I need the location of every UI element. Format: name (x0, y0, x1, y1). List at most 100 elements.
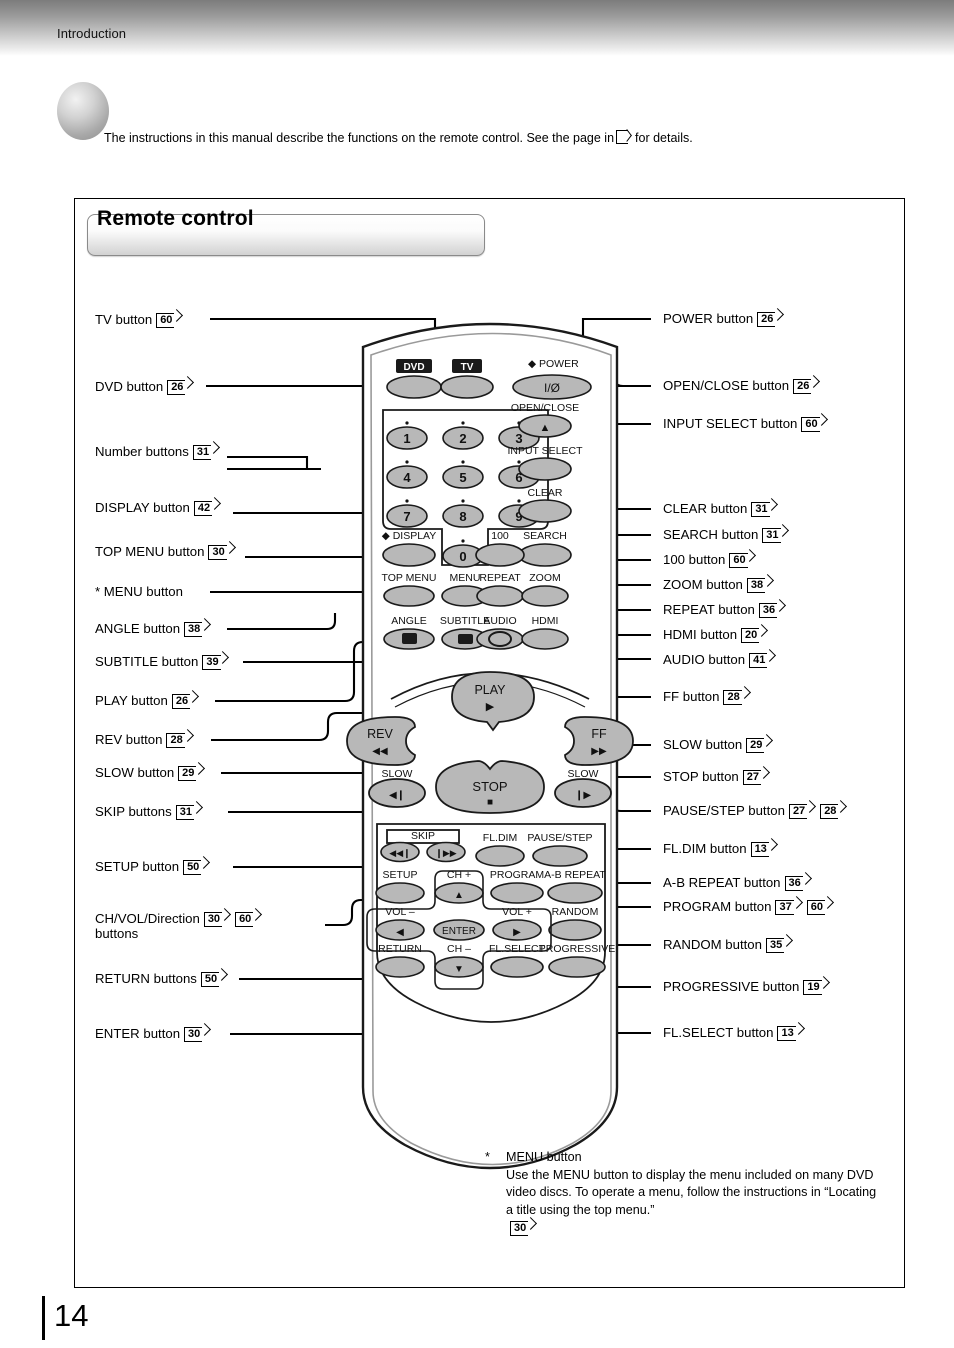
page-ref-badge: 28 (820, 802, 839, 819)
page-ref-badge: 30 (510, 1219, 529, 1236)
callout-top-menu-button: TOP MENU button 30 (95, 544, 227, 560)
page-ref-badge: 35 (765, 936, 785, 953)
svg-text:■: ■ (487, 797, 493, 808)
svg-text:▲: ▲ (454, 890, 464, 901)
svg-text:❙▶: ❙▶ (575, 790, 591, 801)
gray-sphere-icon (57, 82, 109, 140)
svg-text:◆ DISPLAY: ◆ DISPLAY (382, 530, 437, 542)
svg-text:CLEAR: CLEAR (527, 487, 562, 499)
page-ref-badge: 27 (788, 802, 808, 819)
svg-text:INPUT SELECT: INPUT SELECT (507, 445, 583, 457)
callout-random-button: RANDOM button 35 (663, 936, 785, 953)
page-ref-badge: 60 (156, 311, 175, 328)
svg-text:TOP MENU: TOP MENU (381, 572, 436, 584)
callout-pause-step-button: PAUSE/STEP button 27 28 (663, 802, 839, 819)
callout-stop-button: STOP button 27 (663, 768, 762, 785)
page-ref-badge: 26 (793, 377, 812, 394)
svg-text:REPEAT: REPEAT (479, 572, 521, 584)
callout-progressive-button: PROGRESSIVE button 19 (663, 978, 822, 995)
page-ref-badge: 50 (183, 858, 202, 875)
svg-text:8: 8 (459, 509, 466, 524)
page-ref-badge: 27 (742, 768, 762, 785)
page-ref-badge: 60 (235, 910, 254, 927)
page-ref-badge: 26 (167, 378, 186, 395)
remote-control-illustration: DVD TV ◆ POWER I/Ø 1 2 3 4 5 6 7 8 9 0 O… (346, 322, 634, 1170)
intro-note: The instructions in this manual describe… (104, 130, 693, 145)
svg-text:▲: ▲ (540, 422, 551, 434)
svg-text:ZOOM: ZOOM (529, 572, 561, 584)
callout-search-button: SEARCH button 31 (663, 526, 781, 543)
page-ref-badge: 38 (184, 620, 203, 637)
svg-text:3: 3 (515, 431, 522, 446)
svg-text:◆ POWER: ◆ POWER (528, 358, 579, 370)
callout-skip-buttons: SKIP buttons 31 (95, 803, 194, 820)
callout-number-buttons: Number buttons 31 (95, 443, 212, 460)
svg-text:▶: ▶ (513, 927, 521, 938)
callout-angle-button: ANGLE button 38 (95, 620, 203, 637)
callout-audio-button: AUDIO button 41 (663, 651, 768, 668)
svg-text:FL.SELECT: FL.SELECT (489, 943, 546, 955)
page-number-rule (42, 1296, 45, 1340)
callout-ab-repeat-button: A-B REPEAT button 36 (663, 874, 803, 891)
callout-tv-button: TV button 60 (95, 311, 175, 328)
svg-text:PROGRAM: PROGRAM (490, 869, 544, 881)
page-ref-badge: 36 (758, 601, 778, 618)
svg-text:TV: TV (461, 362, 474, 373)
page-ref-badge: 30 (203, 910, 223, 927)
page-ref-badge: 13 (750, 840, 769, 857)
page-reference-icon (616, 130, 633, 144)
page-ref-badge: 31 (762, 526, 781, 543)
svg-text:RANDOM: RANDOM (552, 906, 599, 918)
page-ref-badge: 31 (751, 500, 770, 517)
callout-program-button: PROGRAM button 37 60 (663, 898, 825, 915)
svg-text:▶: ▶ (486, 701, 495, 713)
page-ref-badge: 37 (775, 898, 794, 915)
page-ref-badge: 28 (166, 731, 185, 748)
svg-text:◀❙: ◀❙ (389, 790, 405, 801)
page-ref-badge: 30 (184, 1025, 203, 1042)
svg-text:7: 7 (403, 509, 410, 524)
svg-text:STOP: STOP (472, 779, 507, 794)
page-ref-badge: 31 (175, 803, 194, 820)
page-ref-badge: 60 (801, 415, 820, 432)
page-ref-badge: 38 (746, 576, 766, 593)
callout-ff-button: FF button 28 (663, 689, 742, 705)
page-ref-badge: 19 (803, 978, 822, 995)
svg-text:◀: ◀ (396, 927, 404, 938)
svg-text:FF: FF (591, 727, 607, 741)
page-ref-badge: 29 (178, 764, 197, 781)
callout-ch-vol-direction-buttons: CH/VOL/Direction 30 60 buttons (95, 910, 254, 941)
callout-input-select-button: INPUT SELECT button 60 (663, 415, 820, 432)
svg-text:OPEN/CLOSE: OPEN/CLOSE (511, 402, 579, 414)
page-ref-badge: 20 (741, 626, 760, 643)
callout-fl-select-button: FL.SELECT button 13 (663, 1025, 796, 1041)
callout-enter-button: ENTER button 30 (95, 1025, 203, 1042)
page-ref-badge: 36 (784, 874, 803, 891)
callout-play-button: PLAY button 26 (95, 693, 191, 709)
svg-text:SKIP: SKIP (411, 830, 435, 842)
menu-button-footnote: * MENU button Use the MENU button to dis… (485, 1149, 885, 1238)
svg-text:MENU: MENU (450, 572, 481, 584)
page-ref-badge: 41 (749, 651, 768, 668)
callout-fl-dim-button: FL.DIM button 13 (663, 840, 769, 857)
page-number: 14 (54, 1298, 89, 1333)
page-ref-badge: 29 (746, 736, 765, 753)
callout-slow-button-left: SLOW button 29 (95, 764, 197, 781)
callout-zoom-button: ZOOM button 38 (663, 576, 766, 593)
callout-return-buttons: RETURN buttons 50 (95, 971, 220, 987)
callout-rev-button: REV button 28 (95, 731, 185, 748)
page-ref-badge: 31 (192, 443, 212, 460)
callout-slow-button-right: SLOW button 29 (663, 736, 765, 753)
svg-text:A-B REPEAT: A-B REPEAT (544, 869, 606, 881)
svg-text:4: 4 (403, 470, 411, 485)
intro-note-text-before: The instructions in this manual describe… (104, 131, 615, 145)
svg-text:HDMI: HDMI (532, 615, 559, 627)
svg-text:VOL +: VOL + (502, 906, 532, 918)
svg-text:PLAY: PLAY (474, 683, 506, 697)
callout-clear-button: CLEAR button 31 (663, 500, 770, 517)
svg-text:1: 1 (403, 431, 410, 446)
svg-text:SEARCH: SEARCH (523, 530, 567, 542)
page-header-band (0, 0, 954, 56)
section-header-label: Introduction (57, 26, 127, 41)
svg-text:I/Ø: I/Ø (544, 381, 560, 395)
